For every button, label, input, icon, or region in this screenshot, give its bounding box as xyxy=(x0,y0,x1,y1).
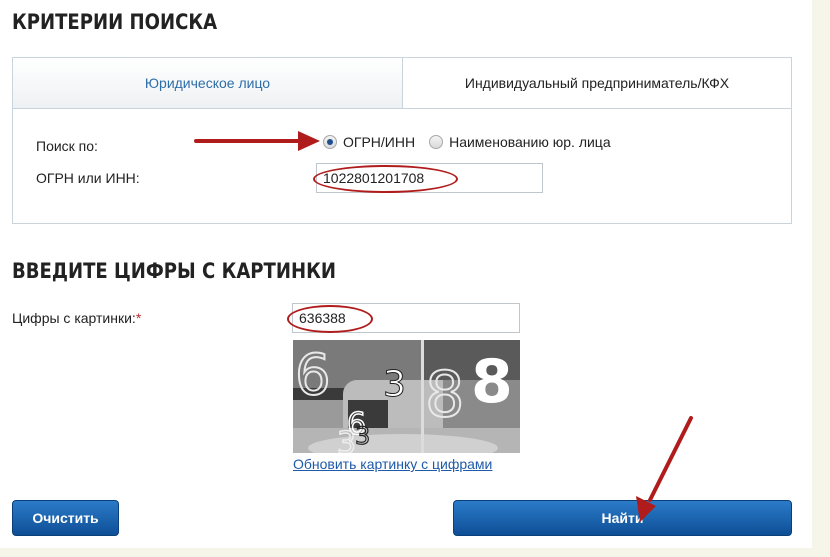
ogrn-inn-label: ОГРН или ИНН: xyxy=(36,170,140,186)
entity-type-tabs: Юридическое лицо Индивидуальный предприн… xyxy=(13,58,791,109)
radio-company-name[interactable] xyxy=(429,135,444,149)
svg-text:3: 3 xyxy=(355,422,370,450)
page-margin-right xyxy=(812,0,830,557)
refresh-captcha-link[interactable]: Обновить картинку с цифрами xyxy=(293,456,492,472)
svg-text:8: 8 xyxy=(425,358,464,431)
captcha-label-text: Цифры с картинки: xyxy=(12,310,136,326)
captcha-image-graphic: 6 3 8 8 6 3 3 xyxy=(293,340,520,453)
svg-text:3: 3 xyxy=(383,364,406,405)
ogrn-inn-input[interactable] xyxy=(316,163,543,193)
captcha-heading: ВВЕДИТЕ ЦИФРЫ С КАРТИНКИ xyxy=(12,259,336,283)
svg-text:3: 3 xyxy=(337,426,356,453)
search-by-radio-group: ОГРН/ИНН Наименованию юр. лица xyxy=(323,134,625,150)
tab-individual-entrepreneur[interactable]: Индивидуальный предприниматель/КФХ xyxy=(403,58,791,108)
tab-legal-entity[interactable]: Юридическое лицо xyxy=(13,58,403,108)
search-criteria-heading: КРИТЕРИИ ПОИСКА xyxy=(12,10,218,34)
page-margin-bottom xyxy=(0,548,830,557)
radio-ogrn-inn[interactable] xyxy=(323,135,337,149)
search-button[interactable]: Найти xyxy=(453,500,792,536)
svg-text:6: 6 xyxy=(295,343,331,408)
captcha-image: 6 3 8 8 6 3 3 xyxy=(293,340,520,453)
radio-ogrn-inn-label[interactable]: ОГРН/ИНН xyxy=(343,134,415,150)
captcha-label: Цифры с картинки:* xyxy=(12,310,141,326)
captcha-input[interactable] xyxy=(292,303,520,333)
radio-company-name-label[interactable]: Наименованию юр. лица xyxy=(449,134,611,150)
clear-button[interactable]: Очистить xyxy=(12,500,119,536)
search-by-label: Поиск по: xyxy=(36,138,98,154)
svg-text:8: 8 xyxy=(471,347,513,417)
required-mark: * xyxy=(135,310,142,326)
